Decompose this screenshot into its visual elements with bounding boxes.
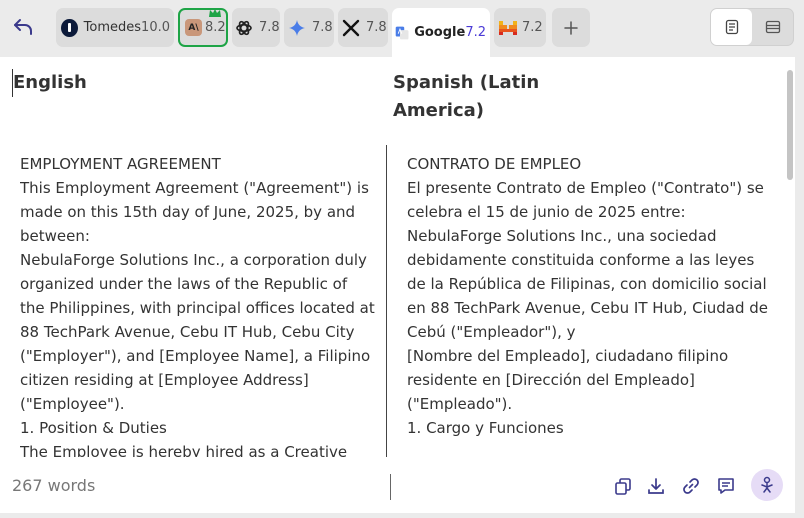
- engine-tab-other[interactable]: 7.2: [494, 8, 546, 47]
- share-link-button[interactable]: [677, 472, 705, 500]
- plus-icon: [564, 20, 578, 35]
- engine-tab-gemini[interactable]: 7.8: [284, 8, 334, 47]
- target-line: El presente Contrato de Empleo ("Contrat…: [407, 179, 764, 221]
- source-language-selector[interactable]: English: [12, 69, 87, 97]
- feedback-button[interactable]: [712, 472, 740, 500]
- side-by-side-view-button[interactable]: [711, 9, 752, 45]
- engine-score: 7.2: [465, 25, 486, 40]
- copy-button[interactable]: [609, 472, 637, 500]
- engine-tab-grok[interactable]: 7.8: [338, 8, 388, 47]
- engine-score: 10.0: [141, 20, 170, 35]
- source-line: 1. Position & Duties: [20, 419, 167, 437]
- undo-arrow-icon: [14, 19, 32, 35]
- target-line: NebulaForge Solutions Inc., una sociedad…: [407, 227, 769, 341]
- tomedes-logo-icon: [61, 18, 78, 37]
- copy-icon: [615, 478, 631, 495]
- engine-score: 7.2: [522, 20, 543, 35]
- anthropic-logo-icon: A\: [185, 19, 202, 36]
- mistral-logo-icon: [499, 20, 517, 35]
- google-translate-icon: [395, 26, 409, 39]
- download-button[interactable]: [642, 472, 670, 500]
- target-language-selector[interactable]: Spanish (Latin America): [393, 69, 543, 125]
- comment-icon: [718, 478, 734, 494]
- source-line: This Employment Agreement ("Agreement") …: [20, 179, 369, 245]
- engine-tab-google[interactable]: Google 7.2: [392, 8, 490, 57]
- view-mode-toggle: [710, 8, 794, 46]
- engine-tab-openai[interactable]: 7.8: [232, 8, 280, 47]
- engine-name: Tomedes: [83, 20, 142, 35]
- rows-icon: [765, 20, 780, 34]
- crown-icon: [209, 9, 221, 17]
- source-text[interactable]: EMPLOYMENT AGREEMENT This Employment Agr…: [20, 152, 375, 457]
- engine-name: Google: [414, 25, 466, 40]
- footer-divider: [390, 474, 391, 500]
- gemini-sparkle-icon: [289, 19, 305, 36]
- engine-score: 7.8: [312, 20, 333, 35]
- engine-score: 7.8: [366, 20, 387, 35]
- ai-assistant-icon: [761, 476, 773, 493]
- target-line: CONTRATO DE EMPLEO: [407, 155, 582, 173]
- document-icon: [725, 19, 738, 35]
- target-line: 1. Cargo y Funciones: [407, 419, 564, 437]
- source-line: NebulaForge Solutions Inc., a corporatio…: [20, 251, 375, 413]
- link-icon: [683, 478, 699, 494]
- stacked-view-button[interactable]: [752, 9, 793, 45]
- source-line: EMPLOYMENT AGREEMENT: [20, 155, 221, 173]
- translated-text[interactable]: CONTRATO DE EMPLEO El presente Contrato …: [407, 152, 769, 457]
- back-button[interactable]: [6, 10, 40, 44]
- column-divider: [386, 145, 387, 457]
- engine-score: 8.2: [205, 20, 226, 35]
- target-line: [Nombre del Empleado], ciudadano filipin…: [407, 347, 729, 413]
- add-engine-button[interactable]: [552, 8, 590, 47]
- engine-score: 7.8: [259, 20, 280, 35]
- ai-assistant-button[interactable]: [751, 469, 783, 501]
- grok-logo-icon: [342, 19, 360, 36]
- engine-tab-tomedes[interactable]: Tomedes 10.0: [56, 8, 174, 47]
- engine-tab-anthropic[interactable]: A\ 8.2: [178, 8, 228, 47]
- word-count: 267 words: [12, 476, 96, 495]
- engine-toolbar: Tomedes 10.0 A\ 8.2 7.8 7.8 7.8 Google 7…: [0, 0, 804, 57]
- download-icon: [648, 478, 664, 494]
- source-line: The Employee is hereby hired as a Creati…: [20, 443, 348, 457]
- scrollbar[interactable]: [787, 70, 793, 180]
- openai-logo-icon: [236, 20, 252, 35]
